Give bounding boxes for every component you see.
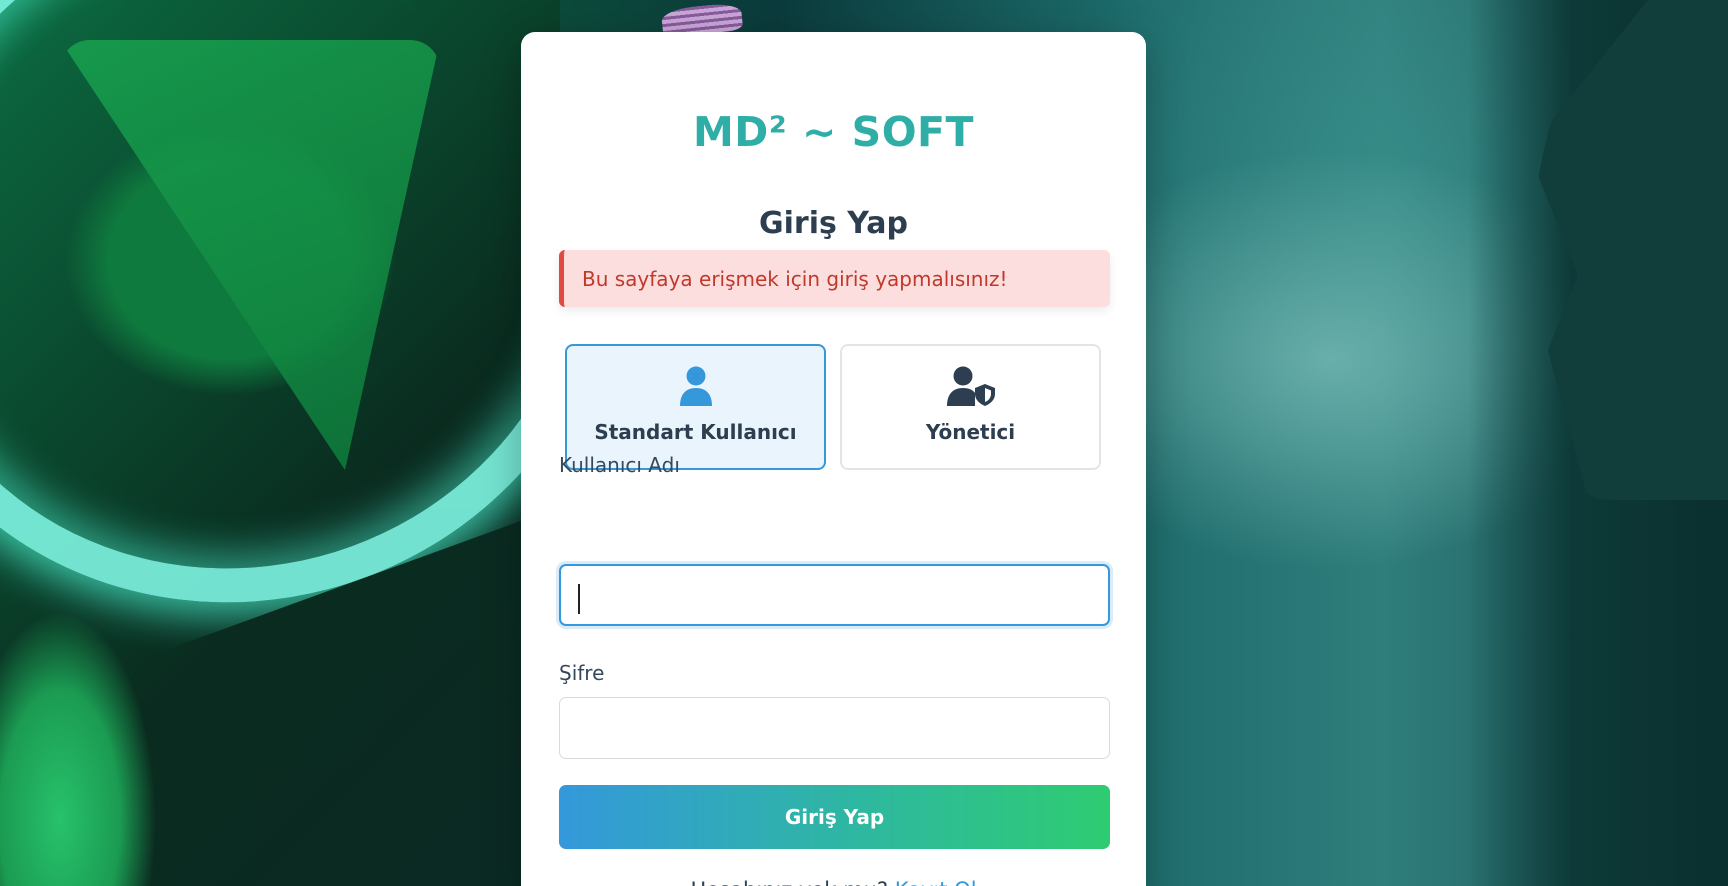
register-prompt-text: Hesabınız yok mu? bbox=[690, 878, 888, 886]
username-input[interactable] bbox=[559, 564, 1110, 626]
password-input[interactable] bbox=[559, 697, 1110, 759]
role-option-label: Standart Kullanıcı bbox=[594, 420, 797, 444]
register-prompt: Hesabınız yok mu? Kayıt Ol bbox=[521, 878, 1146, 886]
register-link[interactable]: Kayıt Ol bbox=[895, 878, 977, 886]
login-button[interactable]: Giriş Yap bbox=[559, 785, 1110, 849]
role-option-label: Yönetici bbox=[925, 420, 1016, 444]
user-icon bbox=[678, 364, 714, 408]
brand-logo: MD² ~ SOFT bbox=[692, 108, 975, 156]
text-caret bbox=[578, 584, 580, 614]
error-alert: Bu sayfaya erişmek için giriş yapmalısın… bbox=[559, 250, 1110, 307]
role-option-standard-user[interactable]: Standart Kullanıcı bbox=[565, 344, 826, 470]
user-shield-icon bbox=[945, 364, 997, 408]
password-label: Şifre bbox=[559, 661, 605, 685]
error-alert-text: Bu sayfaya erişmek için giriş yapmalısın… bbox=[582, 266, 1008, 291]
login-card: MD² ~ SOFT Giriş Yap Bu sayfaya erişmek … bbox=[521, 32, 1146, 886]
role-option-admin[interactable]: Yönetici bbox=[840, 344, 1101, 470]
username-label: Kullanıcı Adı bbox=[559, 453, 680, 477]
page-title: Giriş Yap bbox=[759, 206, 908, 241]
